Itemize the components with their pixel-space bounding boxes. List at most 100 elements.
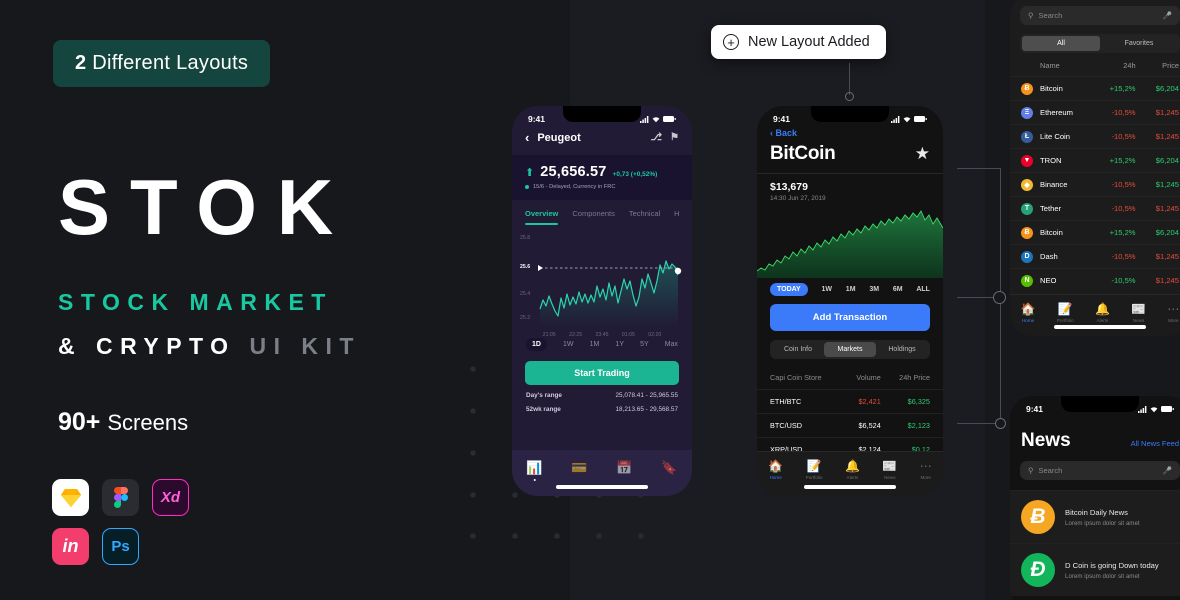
list-item[interactable]: Ł Lite Coin -10,5% $1,245 <box>1010 124 1180 148</box>
list-item[interactable]: Ƀ Bitcoin Daily News Lorem ipsum dolor s… <box>1010 490 1180 543</box>
news-item-title: Bitcoin Daily News <box>1065 507 1128 517</box>
compare-icon[interactable]: ⎇ <box>651 132 663 143</box>
bookmark-icon[interactable]: ⚑ <box>670 132 679 143</box>
col-24h: 24h <box>1123 61 1136 70</box>
phone-notch <box>1061 396 1139 412</box>
subtitle-ui-kit: UI KIT <box>249 333 361 359</box>
nav-item-home[interactable]: 🏠 Home <box>768 459 783 496</box>
nav-label: Home <box>769 475 782 480</box>
coin-name: Bitcoin <box>1040 84 1063 93</box>
range-1w[interactable]: 1W <box>563 341 574 348</box>
segment-coin-info[interactable]: Coin Info <box>772 342 824 357</box>
nav-chart-icon[interactable]: 📊 <box>526 460 542 476</box>
all-news-feed-link[interactable]: All News Feed <box>1131 439 1179 448</box>
price-meta: 15/6 - Delayed, Currency in FRC <box>525 184 679 190</box>
col-price: Price <box>1162 61 1179 70</box>
nav-item-home[interactable]: 🏠 Home <box>1021 302 1036 336</box>
time-6m[interactable]: 6M <box>893 286 903 293</box>
segment-markets[interactable]: Markets <box>824 342 876 357</box>
nav-item-alerts[interactable]: 🔔 Alerts <box>1095 302 1110 336</box>
time-1w[interactable]: 1W <box>822 286 833 293</box>
list-item[interactable]: N NEO -10,5% $1,245 <box>1010 268 1180 292</box>
list-segmented-control: All Favorites <box>1020 34 1180 53</box>
connector-vertical-lower <box>1000 297 1001 423</box>
battery-icon <box>663 116 676 122</box>
back-button[interactable]: ‹ Back <box>757 126 943 141</box>
bell-icon: 🔔 <box>844 459 860 473</box>
coin-change: +15,2% <box>1109 228 1136 237</box>
price-line-chart: 25.8 25.6 25.4 25.2 21:05 22:25 23:45 01… <box>512 231 692 338</box>
range-1d[interactable]: 1D <box>526 337 547 351</box>
wifi-icon <box>652 116 660 122</box>
favorite-star-icon[interactable]: ★ <box>915 144 930 164</box>
nav-wallet-icon[interactable]: 💳 <box>571 460 587 476</box>
coin-icon: Ƀ <box>1021 82 1033 95</box>
time-1m[interactable]: 1M <box>846 286 856 293</box>
home-indicator <box>556 485 648 489</box>
tool-icon-row-2: in Ps <box>52 528 262 565</box>
bitcoin-area-chart <box>757 206 943 278</box>
table-row[interactable]: BTC/USD $6,524 $2,123 <box>757 413 943 437</box>
range-1m[interactable]: 1M <box>590 341 600 348</box>
range-5y[interactable]: 5Y <box>640 341 649 348</box>
phone-mockup-bitcoin: 9:41 ‹ Back BitCoin ★ $13,679 14:30 Jun … <box>757 106 943 496</box>
list-item[interactable]: Ð D Coin is going Down today Lorem ipsum… <box>1010 543 1180 596</box>
list-item[interactable]: T Tether -10,5% $1,245 <box>1010 196 1180 220</box>
nav-bookmark-icon[interactable]: 🔖 <box>661 460 677 476</box>
phone1-title: Peugeot <box>537 131 581 144</box>
coin-title: BitCoin <box>770 143 836 164</box>
list-item[interactable]: ▼ TRON +15,2% $6,204 <box>1010 148 1180 172</box>
news-search-input[interactable]: ⚲ Search 🎤 <box>1020 461 1180 480</box>
nav-item-news[interactable]: 📰 News <box>882 459 897 496</box>
tool-icon-group: Xd in Ps <box>52 479 262 577</box>
portfolio-icon: 📝 <box>1057 302 1073 316</box>
list-item[interactable]: Ƀ Bitcoin +15,2% $6,204 <box>1010 220 1180 244</box>
phone-notch <box>563 106 641 122</box>
news-title: News <box>1021 430 1071 451</box>
list-item[interactable]: Ƀ Bitcoin +15,2% $6,204 <box>1010 76 1180 100</box>
time-today[interactable]: TODAY <box>770 283 808 296</box>
portfolio-icon: 📝 <box>806 459 822 473</box>
coin-name: Dash <box>1040 252 1058 261</box>
nav-item-portfolio[interactable]: 📝 Portfolio <box>806 459 823 496</box>
list-item[interactable]: Ξ Ethereum -10,5% $1,245 <box>1010 100 1180 124</box>
coin-icon: ▼ <box>1021 154 1033 167</box>
tab-components[interactable]: Components <box>572 209 615 225</box>
list-item[interactable]: ◆ Binance -10,5% $1,245 <box>1010 172 1180 196</box>
tab-more[interactable]: H <box>674 209 679 225</box>
add-transaction-button[interactable]: Add Transaction <box>770 304 930 331</box>
time-3m[interactable]: 3M <box>869 286 879 293</box>
nav-item-news[interactable]: 📰 News <box>1131 302 1146 336</box>
coin-price: $1,245 <box>1155 204 1179 213</box>
news-icon: 📰 <box>882 459 898 473</box>
nav-item-alerts[interactable]: 🔔 Alerts <box>845 459 860 496</box>
search-input[interactable]: ⚲ Search 🎤 <box>1020 6 1180 25</box>
home-icon: 🏠 <box>768 459 784 473</box>
phone1-bottom-nav: 📊 💳 📅 🔖 <box>512 450 692 496</box>
sketch-icon <box>52 479 89 516</box>
news-list: Ƀ Bitcoin Daily News Lorem ipsum dolor s… <box>1010 490 1180 596</box>
range-1y[interactable]: 1Y <box>615 341 624 348</box>
nav-item-portfolio[interactable]: 📝 Portfolio <box>1057 302 1074 336</box>
status-time: 9:41 <box>528 114 546 124</box>
range-max[interactable]: Max <box>665 341 678 348</box>
x-tick-0: 21:05 <box>542 331 556 338</box>
microphone-icon[interactable]: 🎤 <box>1163 11 1172 20</box>
table-row[interactable]: ETH/BTC $2,421 $6,325 <box>757 389 943 413</box>
phone2-bottom-nav: 🏠 Home 📝 Portfolio 🔔 Alerts 📰 News ⋯ Mor… <box>757 451 943 496</box>
back-icon[interactable]: ‹ <box>525 130 529 145</box>
tab-technical[interactable]: Technical <box>629 209 660 225</box>
segment-favorites[interactable]: Favorites <box>1100 36 1178 51</box>
microphone-icon[interactable]: 🎤 <box>1163 466 1172 475</box>
nav-calendar-icon[interactable]: 📅 <box>616 460 632 476</box>
time-all[interactable]: ALL <box>916 286 930 293</box>
segment-all[interactable]: All <box>1022 36 1100 51</box>
segment-holdings[interactable]: Holdings <box>876 342 928 357</box>
nav-item-more[interactable]: ⋯ More <box>920 459 932 496</box>
price-row: ⬆ 25,656.57 +0,73 (+0,52%) <box>525 164 679 180</box>
list-item[interactable]: D Dash -10,5% $1,245 <box>1010 244 1180 268</box>
nav-item-more[interactable]: ⋯ More <box>1167 302 1179 336</box>
photoshop-icon: Ps <box>102 528 139 565</box>
start-trading-button[interactable]: Start Trading <box>525 360 679 385</box>
tab-overview[interactable]: Overview <box>525 209 558 225</box>
